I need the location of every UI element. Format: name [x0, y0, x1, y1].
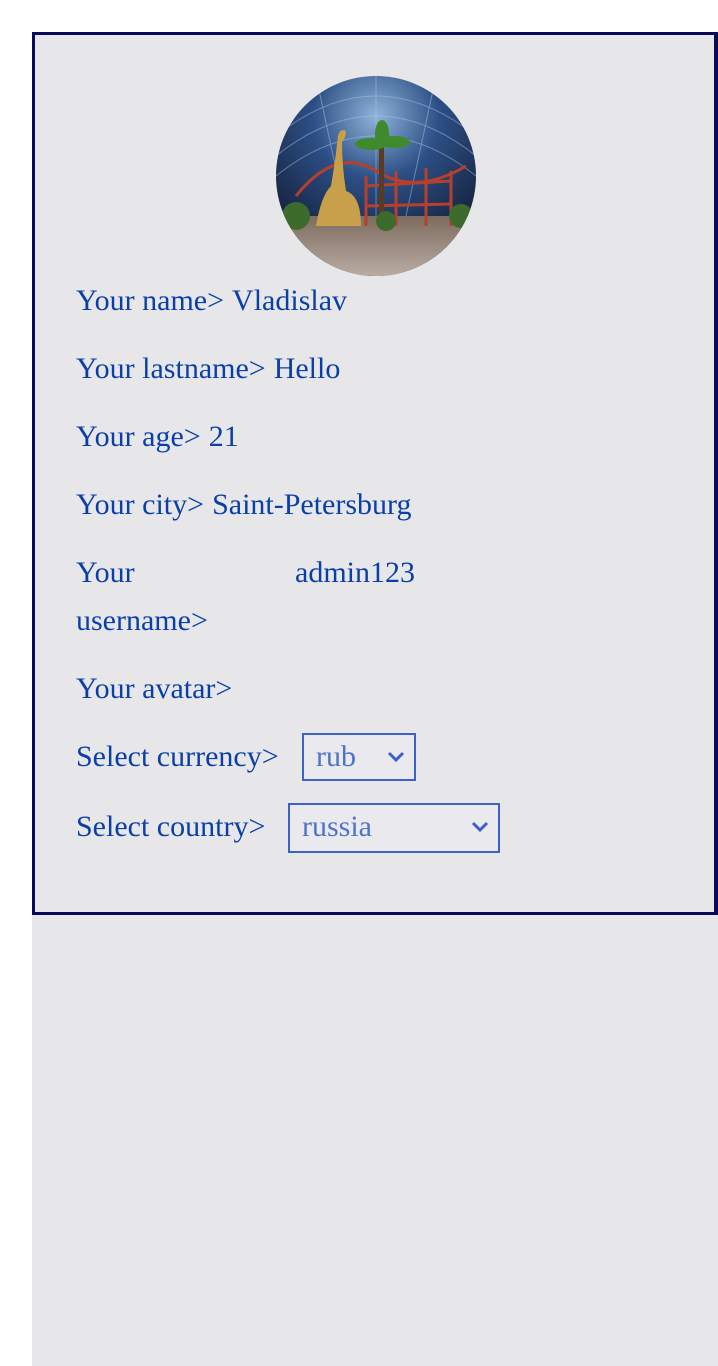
- country-select[interactable]: russia: [288, 803, 500, 853]
- avatar-photo-icon: [276, 76, 476, 276]
- city-row: Your city> Saint-Petersburg: [76, 481, 412, 529]
- lastname-label: Your lastname>: [76, 352, 266, 385]
- username-value: admin123: [295, 556, 415, 589]
- avatar-row: Your avatar>: [76, 665, 232, 713]
- currency-label: Select currency>: [76, 740, 279, 773]
- chevron-down-icon: [387, 751, 405, 763]
- currency-selected-value: rub: [316, 740, 356, 773]
- age-value: 21: [208, 420, 239, 453]
- username-label: Your username>: [76, 556, 208, 637]
- chevron-down-icon: [471, 821, 489, 833]
- name-label: Your name>: [76, 284, 225, 317]
- profile-card: Your name> Vladislav Your lastname> Hello …: [32, 32, 718, 915]
- lastname-row: Your lastname> Hello: [76, 345, 340, 393]
- age-row: Your age> 21: [76, 413, 239, 461]
- country-row: Select country>: [76, 803, 265, 851]
- username-row: Your username> admin123: [76, 549, 676, 645]
- avatar: [276, 76, 476, 276]
- city-value: Saint-Petersburg: [212, 488, 412, 521]
- currency-row: Select currency>: [76, 733, 279, 781]
- age-label: Your age>: [76, 420, 201, 453]
- country-label: Select country>: [76, 810, 266, 843]
- city-label: Your city>: [76, 488, 205, 521]
- avatar-label: Your avatar>: [76, 672, 233, 705]
- currency-select[interactable]: rub: [302, 733, 416, 781]
- name-row: Your name> Vladislav: [76, 277, 347, 325]
- lastname-value: Hello: [273, 352, 341, 385]
- country-selected-value: russia: [302, 810, 372, 843]
- name-value: Vladislav: [232, 284, 348, 317]
